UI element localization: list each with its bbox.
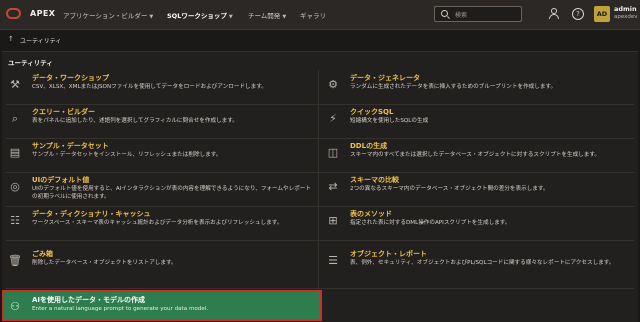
card-sample-datasets[interactable]: ▤ サンプル・データセット サンプル・データセットをインストール、リフレッシュま… (4, 138, 310, 172)
card-description: 表、例外、セキュリティ、オブジェクトおよびPL/SQLコードに関する様々なレポー… (350, 260, 615, 266)
card-description: 表をパネルに追加したり、述語列を選択してグラフィカルに問合せを作成します。 (32, 118, 238, 124)
toolbox-icon: ⚒ (10, 78, 20, 91)
nav-gallery-label: ギャラリ (300, 12, 326, 20)
card-title: ごみ箱 (32, 250, 53, 258)
user-workspace: apexdev (614, 14, 638, 20)
card-title: DDLの生成 (350, 142, 388, 150)
utilities-region: ユーティリティ ⚒ データ・ワークショップ CSV、XLSX、XMLまたはJSO… (2, 51, 638, 322)
oracle-logo-icon[interactable] (6, 8, 21, 19)
card-description: 2つの異なるスキーマ内のデータベース・オブジェクト間の差分を表示します。 (350, 186, 549, 192)
card-title: データ・ディクショナリ・キャッシュ (32, 210, 151, 218)
card-create-data-model-with-ai[interactable]: ⚇ AIを使用したデータ・モデルの作成 Enter a natural lang… (2, 290, 322, 321)
card-recycle-bin[interactable]: 🗑 ごみ箱 削除したデータベース・オブジェクトをリストアします。 (4, 246, 310, 280)
card-description: UIのデフォルト値を使用すると、AIインタラクションが表の内容を理解できるように… (32, 186, 311, 200)
object-report-icon: ☰ (328, 254, 338, 267)
nav-team-development[interactable]: チーム開発 ▼ (248, 10, 286, 20)
card-title: スキーマの比較 (350, 176, 399, 184)
card-query-builder[interactable]: ⌕ クエリー・ビルダー 表をパネルに追加したり、述語列を選択してグラフィカルに問… (4, 104, 310, 138)
arrow-up-icon[interactable]: ↑ (8, 35, 14, 43)
card-title: UIのデフォルト値 (32, 176, 90, 184)
row-divider (6, 288, 634, 289)
breadcrumb: ↑ ユーティリティ (0, 31, 640, 49)
card-description: ランダムに生成されたデータを表に挿入するためのブループリントを作成します。 (350, 84, 557, 90)
card-title: AIを使用したデータ・モデルの作成 (32, 296, 146, 304)
card-description: 短縮構文を使用したSQLの生成 (350, 118, 429, 124)
nav-sql-workshop-label: SQLワークショップ (167, 12, 227, 20)
user-name[interactable]: admin (614, 5, 637, 13)
row-divider (6, 240, 634, 241)
column-divider (318, 70, 319, 290)
card-object-reports[interactable]: ☰ オブジェクト・レポート 表、例外、セキュリティ、オブジェクトおよびPL/SQ… (322, 246, 628, 280)
query-builder-icon: ⌕ (11, 112, 19, 125)
schema-compare-icon: ⇄ (328, 180, 338, 193)
breadcrumb-utilities[interactable]: ユーティリティ (20, 36, 61, 45)
nav-app-builder-label: アプリケーション・ビルダー (63, 12, 148, 20)
chevron-down-icon: ▼ (228, 14, 233, 20)
card-title: クエリー・ビルダー (32, 108, 95, 116)
search-input[interactable]: 検索 (434, 6, 522, 22)
card-generate-ddl[interactable]: ◫ DDLの生成 スキーマ内のすべてまたは選択したデータベース・オブジェクトに対… (322, 138, 628, 172)
search-placeholder: 検索 (455, 12, 468, 19)
card-title: データ・ワークショップ (32, 74, 109, 82)
card-title: 表のメソッド (350, 210, 392, 218)
card-data-workshop[interactable]: ⚒ データ・ワークショップ CSV、XLSX、XMLまたはJSONファイルを使用… (4, 70, 310, 104)
nav-team-development-label: チーム開発 (248, 12, 281, 20)
nav-sql-workshop[interactable]: SQLワークショップ ▼ (167, 10, 233, 20)
card-description: スキーマ内のすべてまたは選択したデータベース・オブジェクトに対するスクリプトを生… (350, 152, 600, 158)
card-data-generator[interactable]: ⚙ データ・ジェネレータ ランダムに生成されたデータを表に挿入するためのブループ… (322, 70, 628, 104)
card-description: Enter a natural language prompt to gener… (32, 306, 209, 312)
nav-gallery[interactable]: ギャラリ (300, 10, 326, 20)
administration-icon[interactable] (548, 8, 560, 20)
avatar[interactable]: AD (594, 6, 610, 22)
card-table-methods[interactable]: ⊞ 表のメソッド 指定された表に対するDML操作のAPIスクリプトを生成します。 (322, 206, 628, 240)
chevron-down-icon: ▼ (149, 14, 154, 20)
nav-app-builder[interactable]: アプリケーション・ビルダー ▼ (63, 10, 153, 20)
help-icon[interactable]: ? (572, 8, 584, 20)
card-title: クイックSQL (350, 108, 394, 116)
card-title: データ・ジェネレータ (350, 74, 420, 82)
card-title: オブジェクト・レポート (350, 250, 427, 258)
card-schema-compare[interactable]: ⇄ スキーマの比較 2つの異なるスキーマ内のデータベース・オブジェクト間の差分を… (322, 172, 628, 206)
data-dictionary-cache-icon: ☷ (10, 214, 20, 227)
ddl-icon: ◫ (327, 146, 339, 159)
search-icon (441, 10, 448, 17)
top-navigation-bar: APEX アプリケーション・ビルダー ▼ SQLワークショップ ▼ チーム開発 ▼ ギ… (0, 0, 640, 30)
table-methods-icon: ⊞ (328, 214, 338, 227)
card-ui-defaults[interactable]: ◎ UIのデフォルト値 UIのデフォルト値を使用すると、AIインタラクションが表… (4, 172, 311, 206)
region-title: ユーティリティ (8, 59, 53, 67)
data-generator-icon: ⚙ (328, 78, 338, 91)
ui-defaults-icon: ◎ (10, 180, 20, 193)
card-description: 指定された表に対するDML操作のAPIスクリプトを生成します。 (350, 220, 511, 226)
card-description: CSV、XLSX、XMLまたはJSONファイルを使用してデータをロードおよびアン… (32, 84, 267, 90)
quick-sql-icon: ⚡ (329, 112, 337, 125)
card-description: サンプル・データセットをインストール、リフレッシュまたは削除します。 (32, 152, 222, 158)
card-description: ワークスペース・スキーマ表のキャッシュ統計およびデータ分析を表示およびリフレッシ… (32, 220, 283, 226)
card-quick-sql[interactable]: ⚡ クイックSQL 短縮構文を使用したSQLの生成 (322, 104, 628, 138)
chevron-down-icon: ▼ (282, 14, 287, 20)
app-brand[interactable]: APEX (30, 9, 55, 18)
card-description: 削除したデータベース・オブジェクトをリストアします。 (32, 260, 177, 266)
ai-data-model-icon: ⚇ (10, 300, 20, 313)
sample-dataset-icon: ▤ (9, 146, 21, 159)
card-title: サンプル・データセット (32, 142, 109, 150)
recycle-bin-icon: 🗑 (8, 254, 22, 267)
card-data-dictionary-cache[interactable]: ☷ データ・ディクショナリ・キャッシュ ワークスペース・スキーマ表のキャッシュ統… (4, 206, 310, 240)
